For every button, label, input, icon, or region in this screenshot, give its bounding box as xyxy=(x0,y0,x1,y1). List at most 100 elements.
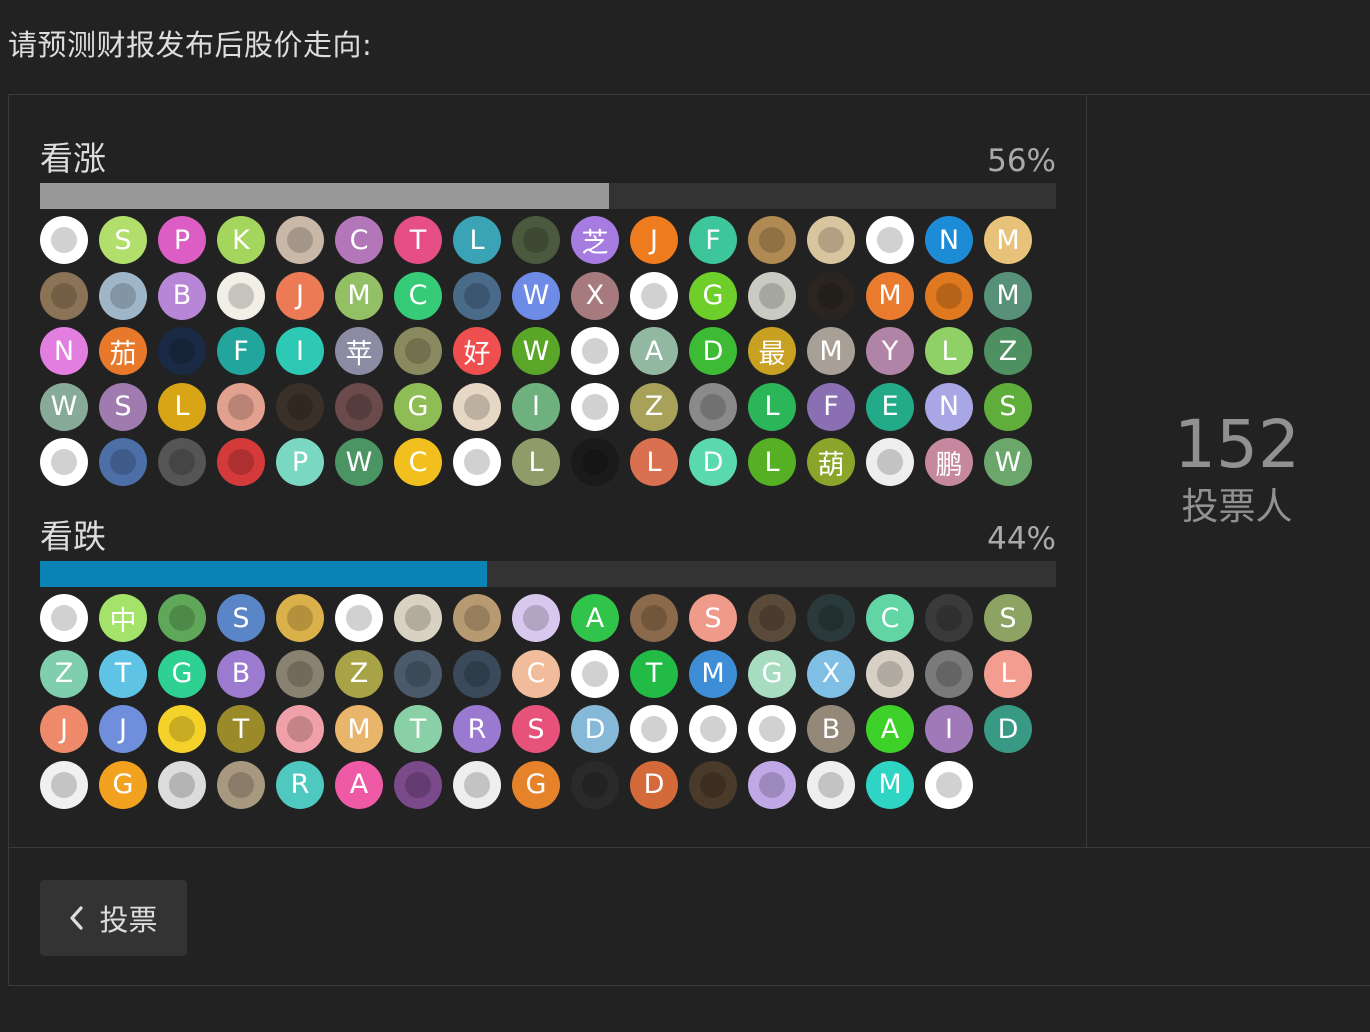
voter-avatar[interactable]: F xyxy=(689,216,737,264)
meme-face-icon[interactable] xyxy=(40,760,88,809)
voter-avatar[interactable]: 茄 xyxy=(99,327,147,375)
voter-avatar[interactable]: D xyxy=(630,760,678,809)
voter-avatar[interactable]: R xyxy=(453,705,501,753)
anime-blue-hair-icon[interactable] xyxy=(99,438,147,486)
voter-avatar[interactable]: J xyxy=(99,705,147,753)
voter-avatar[interactable]: Y xyxy=(866,327,914,375)
voter-avatar[interactable]: F xyxy=(807,382,855,431)
voter-avatar[interactable]: W xyxy=(512,271,560,320)
voter-avatar[interactable]: E xyxy=(866,382,914,431)
stage-photo-icon[interactable] xyxy=(925,594,973,642)
doraemon-icon[interactable] xyxy=(630,705,678,753)
rabbit-icon[interactable] xyxy=(40,216,88,264)
back-to-vote-button[interactable]: 投票 xyxy=(40,880,187,956)
ghost-drawing-icon[interactable] xyxy=(748,705,796,753)
voter-avatar[interactable]: W xyxy=(984,438,1032,486)
voter-avatar[interactable]: X xyxy=(571,271,619,320)
voter-avatar[interactable]: M xyxy=(335,271,383,320)
voter-avatar[interactable]: P xyxy=(158,216,206,264)
fox-icon[interactable] xyxy=(571,649,619,698)
clown-photo-icon[interactable] xyxy=(217,438,265,486)
voter-avatar[interactable]: D xyxy=(571,705,619,753)
voter-avatar[interactable]: L xyxy=(158,382,206,431)
big-bird-icon[interactable] xyxy=(158,705,206,753)
voter-avatar[interactable]: G xyxy=(394,382,442,431)
man-glasses-photo-icon[interactable] xyxy=(158,438,206,486)
voter-avatar[interactable]: I xyxy=(512,382,560,431)
voter-avatar[interactable]: C xyxy=(866,594,914,642)
voter-avatar[interactable]: A xyxy=(335,760,383,809)
voter-avatar[interactable]: M xyxy=(335,705,383,753)
voter-avatar[interactable]: C xyxy=(394,438,442,486)
pixel-game-icon[interactable] xyxy=(158,594,206,642)
street-photo-icon[interactable] xyxy=(453,271,501,320)
voter-avatar[interactable]: J xyxy=(276,271,324,320)
voter-avatar[interactable]: F xyxy=(217,327,265,375)
voter-avatar[interactable]: L xyxy=(748,382,796,431)
manga-boy-icon[interactable] xyxy=(866,438,914,486)
voter-avatar[interactable]: T xyxy=(630,649,678,698)
voter-avatar[interactable]: M xyxy=(807,327,855,375)
pikachu-art-icon[interactable] xyxy=(394,327,442,375)
gold-coin-icon[interactable] xyxy=(276,594,324,642)
voter-avatar[interactable]: P xyxy=(276,438,324,486)
voter-avatar[interactable]: X xyxy=(807,649,855,698)
voter-avatar[interactable]: Z xyxy=(630,382,678,431)
centurion-photo-icon[interactable] xyxy=(276,382,324,431)
voter-avatar[interactable]: D xyxy=(689,327,737,375)
voter-avatar[interactable]: G xyxy=(512,760,560,809)
anime-purple-hair-icon[interactable] xyxy=(748,760,796,809)
points-card-icon[interactable] xyxy=(571,327,619,375)
cat-photo-icon[interactable] xyxy=(748,216,796,264)
voter-avatar[interactable]: A xyxy=(571,594,619,642)
snow-photo-icon[interactable] xyxy=(394,649,442,698)
goku-icon[interactable] xyxy=(40,594,88,642)
voter-avatar[interactable]: L xyxy=(512,438,560,486)
city-photo-icon[interactable] xyxy=(748,594,796,642)
voter-avatar[interactable]: J xyxy=(40,705,88,753)
voter-avatar[interactable]: 鹏 xyxy=(925,438,973,486)
voter-avatar[interactable]: A xyxy=(630,327,678,375)
voter-avatar[interactable]: L xyxy=(748,438,796,486)
voter-avatar[interactable]: S xyxy=(99,216,147,264)
forest-photo-icon[interactable] xyxy=(689,760,737,809)
voter-avatar[interactable]: S xyxy=(984,594,1032,642)
fan-art-icon[interactable] xyxy=(335,382,383,431)
llama-photo-icon[interactable] xyxy=(748,271,796,320)
old-man-photo-icon[interactable] xyxy=(689,382,737,431)
dog-outdoor-photo-icon[interactable] xyxy=(217,760,265,809)
reddit-icon[interactable] xyxy=(630,271,678,320)
voter-avatar[interactable]: A xyxy=(866,705,914,753)
voter-avatar[interactable]: M xyxy=(689,649,737,698)
train-photo-icon[interactable] xyxy=(276,649,324,698)
anime-detective-icon[interactable] xyxy=(158,760,206,809)
photo-avatar-icon[interactable] xyxy=(512,216,560,264)
voter-avatar[interactable]: 葫 xyxy=(807,438,855,486)
voter-avatar[interactable]: N xyxy=(925,382,973,431)
portrait-photo-icon[interactable] xyxy=(807,271,855,320)
voter-avatar[interactable]: M xyxy=(866,760,914,809)
voter-avatar[interactable]: 最 xyxy=(748,327,796,375)
voter-avatar[interactable]: B xyxy=(158,271,206,320)
voter-avatar[interactable]: S xyxy=(99,382,147,431)
woman-photo-icon[interactable] xyxy=(630,594,678,642)
voter-avatar[interactable]: 好 xyxy=(453,327,501,375)
voter-avatar[interactable]: Z xyxy=(40,649,88,698)
voter-avatar[interactable]: G xyxy=(99,760,147,809)
girl-drawing-icon[interactable] xyxy=(394,594,442,642)
voter-avatar[interactable]: 中 xyxy=(99,594,147,642)
voter-avatar[interactable]: R xyxy=(276,760,324,809)
voter-avatar[interactable]: G xyxy=(748,649,796,698)
voter-avatar[interactable]: G xyxy=(689,271,737,320)
orange-stack-icon[interactable] xyxy=(335,594,383,642)
voter-avatar[interactable]: J xyxy=(630,216,678,264)
sakura-icon[interactable] xyxy=(689,705,737,753)
anime-girl-icon[interactable] xyxy=(217,382,265,431)
bang-dream-icon[interactable] xyxy=(158,327,206,375)
voter-avatar[interactable]: M xyxy=(984,216,1032,264)
arale-avatar-icon[interactable] xyxy=(276,216,324,264)
voter-avatar[interactable]: L xyxy=(453,216,501,264)
kitten-photo-icon[interactable] xyxy=(866,649,914,698)
man-dark-photo-icon[interactable] xyxy=(807,594,855,642)
voter-avatar[interactable]: W xyxy=(40,382,88,431)
